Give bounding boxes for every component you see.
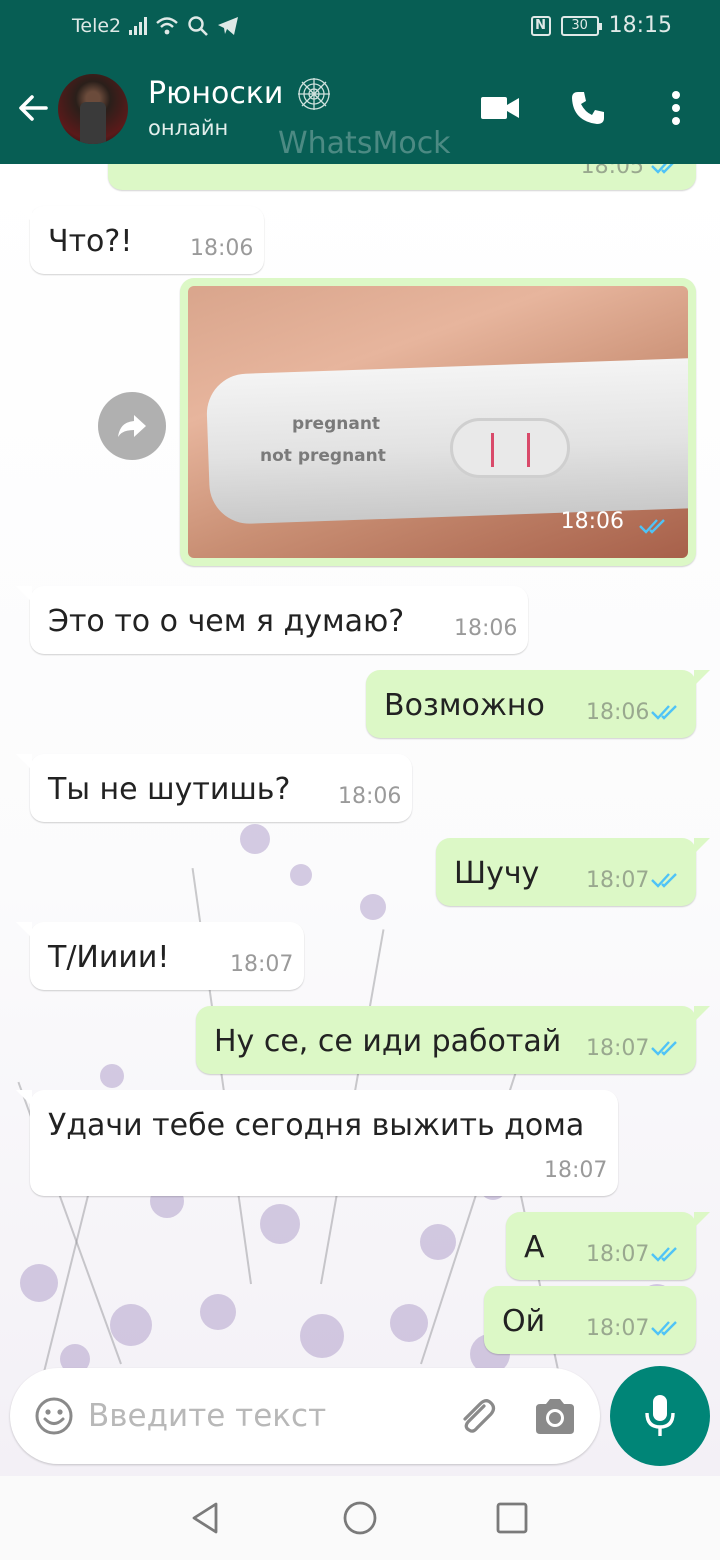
battery-level: 30 (571, 17, 588, 33)
test-window (450, 418, 570, 478)
message-text: Удачи тебе сегодня выжить дома (48, 1108, 585, 1143)
read-ticks-icon (651, 705, 677, 720)
message-bubble-outgoing[interactable]: Ой 18:07 (484, 1286, 696, 1354)
mic-button[interactable] (610, 1366, 710, 1466)
message-bubble-incoming[interactable]: Т/Ииии! 18:07 (16, 922, 304, 990)
read-ticks-icon (651, 164, 674, 174)
message-text: Шучу (454, 856, 540, 891)
read-ticks-icon (651, 1247, 677, 1262)
attach-icon[interactable] (454, 1394, 500, 1440)
message-time: 18:07 (586, 1316, 650, 1341)
contact-name[interactable]: Рюноски (148, 76, 283, 111)
bubble-tail (16, 754, 32, 770)
battery-icon: 30 (560, 15, 602, 36)
nav-back-icon[interactable] (188, 1500, 224, 1536)
message-bubble-outgoing[interactable]: Шучу 18:07 (436, 838, 710, 906)
message-text: Возможно (384, 688, 545, 723)
read-ticks-icon (651, 873, 677, 888)
message-text: А (524, 1230, 545, 1265)
nav-recents-icon[interactable] (494, 1500, 530, 1536)
message-text: Ой (502, 1304, 546, 1339)
watermark: WhatsMock (278, 126, 451, 161)
bubble-tail (16, 922, 32, 938)
more-menu-button[interactable] (654, 86, 698, 130)
message-text: Что?! (48, 224, 133, 259)
video-call-button[interactable] (478, 86, 522, 130)
read-ticks-icon (639, 519, 665, 534)
message-text: Ну се, се иди работай (214, 1024, 562, 1059)
photo-label: pregnant (292, 414, 381, 434)
status-bar: Tele2 N 30 18:15 (0, 0, 720, 54)
telegram-icon (218, 17, 239, 35)
message-time: 18:06 (560, 509, 624, 534)
status-right: N 30 18:15 (530, 13, 672, 38)
message-composer (10, 1368, 600, 1464)
read-ticks-icon (651, 1041, 677, 1056)
chat-header: Рюноски онлайн WhatsMock (0, 54, 720, 164)
clock: 18:15 (608, 13, 672, 38)
video-call-icon (481, 97, 519, 119)
pregnancy-test (205, 356, 688, 526)
carrier-label: Tele2 (72, 15, 122, 37)
forward-button[interactable] (98, 392, 166, 460)
photo-label: not pregnant (260, 446, 386, 466)
search-icon (188, 16, 209, 36)
back-arrow-icon[interactable] (14, 88, 54, 128)
signal-icon (129, 17, 148, 35)
image-message[interactable]: pregnant not pregnant 18:06 (180, 278, 696, 566)
contact-status: онлайн (148, 116, 229, 140)
wifi-icon (156, 17, 178, 35)
message-bubble-incoming[interactable]: Удачи тебе сегодня выжить дома 18:07 (16, 1090, 618, 1196)
message-text: Ты не шутишь? (48, 772, 291, 807)
bubble-tail (694, 670, 710, 686)
message-bubble-outgoing[interactable]: Возможно 18:06 (366, 670, 710, 738)
nav-home-icon[interactable] (342, 1500, 378, 1536)
message-bubble-outgoing[interactable]: 18:05 (108, 164, 696, 190)
avatar[interactable] (58, 74, 128, 144)
bubble-tail (16, 1090, 32, 1106)
message-input[interactable] (88, 1388, 428, 1444)
phone-icon (572, 92, 604, 124)
message-bubble-incoming[interactable]: Это то о чем я думаю? 18:06 (16, 586, 528, 654)
chat-area[interactable]: 18:05 Что?! 18:06 pregnant not pregnant … (0, 164, 720, 1476)
voice-call-button[interactable] (566, 86, 610, 130)
message-time: 18:07 (586, 1242, 650, 1267)
message-time: 18:07 (586, 868, 650, 893)
message-time: 18:07 (544, 1158, 608, 1183)
spiderweb-icon (298, 78, 330, 110)
bubble-tail (694, 1006, 710, 1022)
message-time: 18:05 (580, 164, 644, 179)
message-time: 18:07 (586, 1036, 650, 1061)
message-time: 18:06 (190, 236, 254, 261)
read-ticks-icon (651, 1321, 677, 1336)
status-left: Tele2 (72, 15, 239, 37)
message-time: 18:06 (454, 616, 518, 641)
emoji-icon[interactable] (34, 1396, 74, 1436)
bubble-tail (16, 586, 32, 602)
system-nav-bar (0, 1476, 720, 1560)
message-text: Это то о чем я думаю? (48, 604, 405, 639)
bubble-tail (16, 206, 32, 222)
more-menu-icon (672, 91, 680, 125)
message-time: 18:07 (230, 952, 294, 977)
message-bubble-outgoing[interactable]: Ну се, се иди работай 18:07 (196, 1006, 710, 1074)
message-photo[interactable]: pregnant not pregnant 18:06 (188, 286, 688, 558)
message-time: 18:06 (586, 700, 650, 725)
forward-icon (118, 415, 146, 437)
camera-icon[interactable] (532, 1394, 578, 1440)
bubble-tail (694, 838, 710, 854)
message-time: 18:06 (338, 784, 402, 809)
bubble-tail (694, 1212, 710, 1228)
nfc-icon: N (530, 15, 551, 36)
message-bubble-incoming[interactable]: Что?! 18:06 (16, 206, 264, 274)
message-text: Т/Ииии! (48, 940, 170, 975)
mic-icon (645, 1395, 675, 1436)
message-bubble-incoming[interactable]: Ты не шутишь? 18:06 (16, 754, 412, 822)
message-bubble-outgoing[interactable]: А 18:07 (506, 1212, 710, 1280)
